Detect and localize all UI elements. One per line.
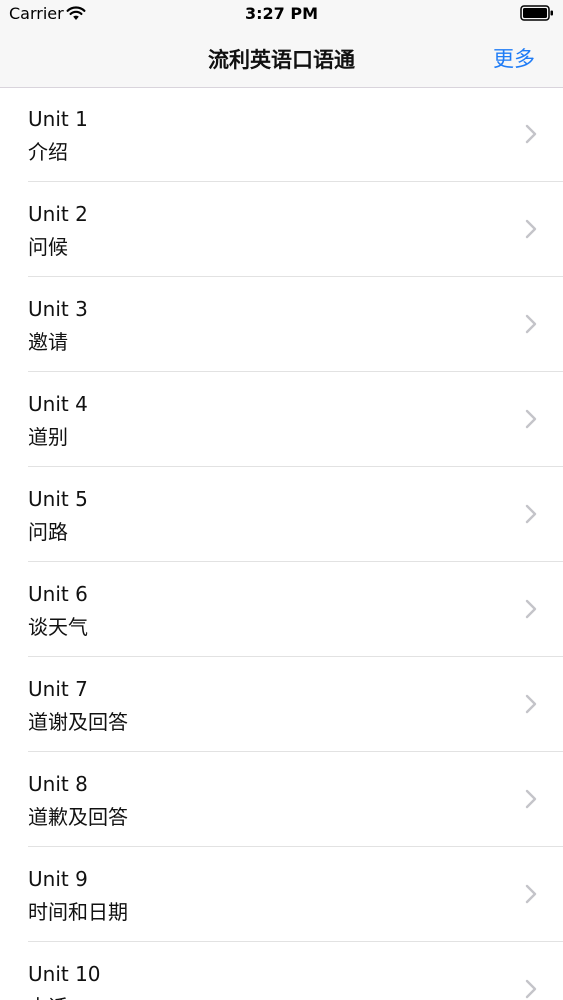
unit-title: Unit 7: [28, 677, 88, 701]
page-title: 流利英语口语通: [208, 48, 355, 72]
chevron-right-icon: [525, 884, 537, 908]
chevron-right-icon: [525, 124, 537, 148]
more-button[interactable]: 更多: [493, 43, 535, 73]
unit-subtitle: 道歉及回答: [28, 805, 128, 829]
status-bar: Carrier 3:27 PM: [0, 0, 563, 30]
list-item-unit-4[interactable]: Unit 4 道别: [28, 372, 563, 467]
unit-subtitle: 道谢及回答: [28, 710, 128, 734]
battery-icon: [520, 5, 554, 26]
unit-title: Unit 8: [28, 772, 88, 796]
unit-subtitle: 问候: [28, 235, 68, 259]
clock: 3:27 PM: [244, 4, 318, 23]
list-item-unit-7[interactable]: Unit 7 道谢及回答: [28, 657, 563, 752]
unit-title: Unit 6: [28, 582, 88, 606]
unit-subtitle: 时间和日期: [28, 900, 128, 924]
unit-subtitle: 介绍: [28, 140, 68, 164]
chevron-right-icon: [525, 979, 537, 1000]
list-item-unit-5[interactable]: Unit 5 问路: [28, 467, 563, 562]
unit-subtitle: 道别: [28, 425, 68, 449]
chevron-right-icon: [525, 314, 537, 338]
unit-title: Unit 3: [28, 297, 88, 321]
list-item-unit-6[interactable]: Unit 6 谈天气: [28, 562, 563, 657]
list-item-unit-10[interactable]: Unit 10 电话: [28, 942, 563, 1000]
list-item-unit-8[interactable]: Unit 8 道歉及回答: [28, 752, 563, 847]
unit-title: Unit 1: [28, 107, 88, 131]
chevron-right-icon: [525, 504, 537, 528]
navigation-bar: 流利英语口语通 更多: [0, 30, 563, 88]
chevron-right-icon: [525, 219, 537, 243]
list-item-unit-2[interactable]: Unit 2 问候: [28, 182, 563, 277]
unit-subtitle: 邀请: [28, 330, 68, 354]
unit-title: Unit 10: [28, 962, 101, 986]
unit-title: Unit 4: [28, 392, 88, 416]
list-item-unit-1[interactable]: Unit 1 介绍: [28, 87, 563, 182]
chevron-right-icon: [525, 409, 537, 433]
unit-subtitle: 谈天气: [28, 615, 88, 639]
unit-title: Unit 5: [28, 487, 88, 511]
unit-subtitle: 问路: [28, 520, 68, 544]
unit-subtitle: 电话: [28, 991, 68, 1000]
list-item-unit-9[interactable]: Unit 9 时间和日期: [28, 847, 563, 942]
unit-list[interactable]: Unit 1 介绍 Unit 2 问候 Unit 3 邀请 Unit 4 道别 …: [0, 87, 563, 1000]
unit-title: Unit 2: [28, 202, 88, 226]
chevron-right-icon: [525, 599, 537, 623]
chevron-right-icon: [525, 694, 537, 718]
list-item-unit-3[interactable]: Unit 3 邀请: [28, 277, 563, 372]
unit-title: Unit 9: [28, 867, 88, 891]
chevron-right-icon: [525, 789, 537, 813]
